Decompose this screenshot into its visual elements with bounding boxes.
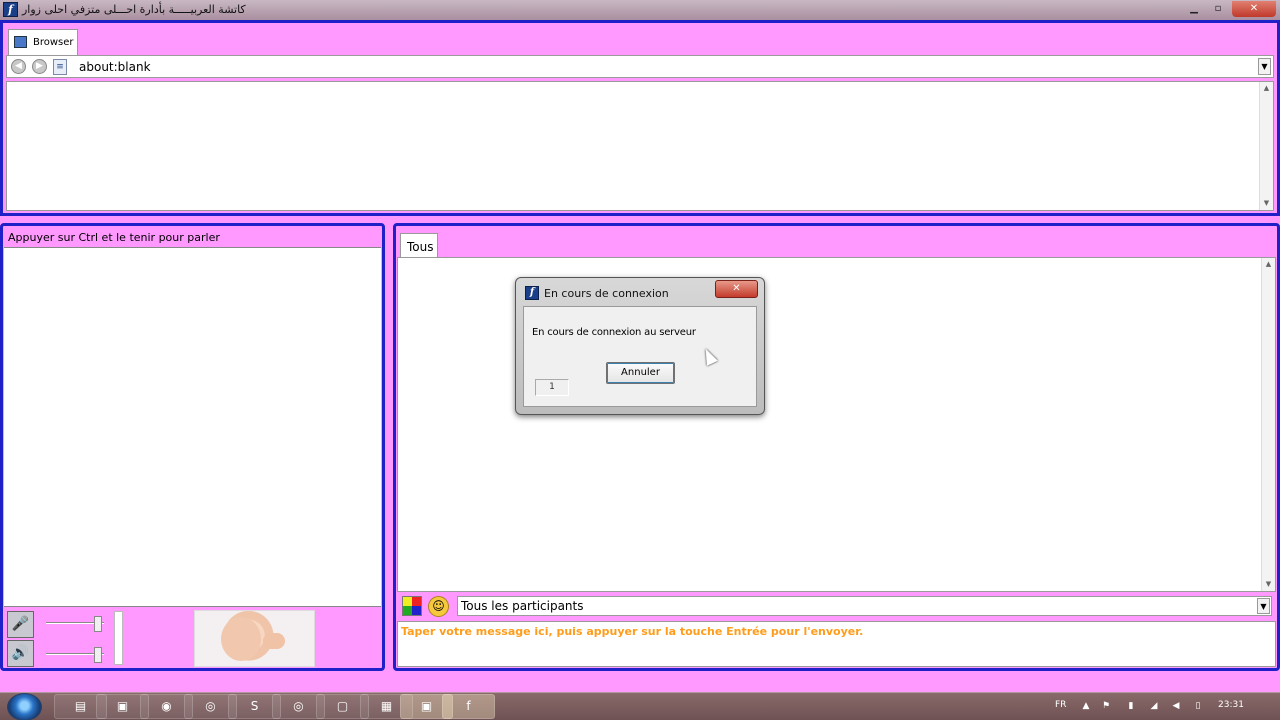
scroll-up-icon[interactable]: ▲: [1262, 258, 1275, 271]
title-bar: f كاتشة العربيـــــة بأدارة احـــلى متزف…: [0, 0, 1280, 20]
audio-controls: 🎤 🔊: [4, 609, 381, 668]
emoticon-icon[interactable]: ☺: [428, 596, 449, 617]
volume-icon[interactable]: ◀: [1170, 700, 1182, 712]
tab-browser[interactable]: Browser: [8, 29, 78, 55]
speaker-icon[interactable]: 🔊: [7, 640, 34, 667]
vu-meter: [114, 611, 123, 665]
scroll-up-icon[interactable]: ▲: [1260, 82, 1273, 95]
speaker-volume-slider[interactable]: [46, 647, 104, 663]
chat-toolbar: ☺ Tous les participants ▼: [397, 594, 1276, 619]
slider-thumb[interactable]: [94, 616, 102, 632]
network-icon[interactable]: ▮: [1125, 700, 1137, 712]
message-input[interactable]: Taper votre message ici, puis appuyer su…: [397, 621, 1276, 667]
language-indicator[interactable]: FR: [1055, 700, 1066, 710]
browser-icon: [14, 36, 27, 48]
browser-panel: Browser ◀ ▶ ≡ ▼ ▲ ▼: [0, 20, 1280, 216]
user-list[interactable]: [4, 247, 381, 607]
dialog-close-button[interactable]: ✕: [715, 280, 758, 298]
push-to-talk-label: Appuyer sur Ctrl et le tenir pour parler: [8, 231, 220, 244]
scroll-down-icon[interactable]: ▼: [1260, 197, 1273, 210]
window-title: كاتشة العربيـــــة بأدارة احـــلى متزفي …: [22, 3, 246, 16]
tab-all[interactable]: Tous: [400, 233, 438, 258]
page-icon[interactable]: ≡: [53, 59, 67, 75]
dialog-title: En cours de connexion: [544, 287, 669, 300]
chat-scrollbar[interactable]: ▲ ▼: [1261, 258, 1275, 591]
message-placeholder: Taper votre message ici, puis appuyer su…: [401, 625, 864, 638]
microphone-volume-slider[interactable]: [46, 616, 104, 632]
clock[interactable]: 23:31: [1218, 700, 1244, 710]
back-arrow-icon[interactable]: ◀: [11, 59, 26, 74]
cancel-button[interactable]: Annuler: [606, 362, 675, 384]
minimize-button[interactable]: ▁: [1184, 1, 1204, 17]
app-icon: f: [3, 2, 18, 17]
avatar-hand: [263, 633, 285, 649]
recipient-select[interactable]: Tous les participants ▼: [457, 596, 1272, 616]
tab-browser-label: Browser: [33, 37, 74, 48]
recipient-value: Tous les participants: [461, 599, 584, 613]
browser-nav-bar: ◀ ▶ ≡ ▼: [6, 55, 1274, 78]
attempt-counter: 1: [535, 379, 569, 396]
tab-all-label: Tous: [407, 240, 434, 254]
flag-icon[interactable]: ⚑: [1100, 700, 1112, 712]
dialog-body: En cours de connexion au serveur Annuler…: [523, 306, 757, 407]
start-button[interactable]: [7, 693, 42, 720]
forward-arrow-icon[interactable]: ▶: [32, 59, 47, 74]
maximize-button[interactable]: ▫: [1208, 1, 1228, 17]
browser-scrollbar[interactable]: ▲ ▼: [1259, 82, 1273, 210]
scroll-down-icon[interactable]: ▼: [1262, 578, 1275, 591]
tray-expand-icon[interactable]: ▲: [1080, 700, 1092, 712]
browser-view[interactable]: ▲ ▼: [6, 81, 1274, 211]
avatar[interactable]: [194, 610, 315, 667]
avatar-face: [221, 617, 261, 661]
recipient-dropdown-arrow-icon[interactable]: ▼: [1257, 598, 1270, 614]
microphone-icon[interactable]: 🎤: [7, 611, 34, 638]
url-dropdown-arrow-icon[interactable]: ▼: [1258, 58, 1271, 75]
dialog-message: En cours de connexion au serveur: [532, 327, 696, 338]
action-center-icon[interactable]: ▯: [1192, 700, 1204, 712]
taskbar: ▤ ▣ ◉ ◎ S ◎ ▢ ▦ ▣ f FR ▲ ⚑ ▮ ◢ ◀ ▯ 23:31: [0, 692, 1280, 720]
url-input[interactable]: [77, 57, 1257, 76]
users-panel: Appuyer sur Ctrl et le tenir pour parler…: [0, 223, 385, 671]
signal-icon[interactable]: ◢: [1148, 700, 1160, 712]
dialog-app-icon: f: [525, 286, 539, 300]
slider-thumb[interactable]: [94, 647, 102, 663]
text-color-icon[interactable]: [402, 596, 422, 616]
chat-app-icon[interactable]: f: [442, 694, 495, 719]
close-window-button[interactable]: ✕: [1232, 1, 1276, 17]
connection-dialog: f En cours de connexion ✕ En cours de co…: [515, 277, 765, 415]
